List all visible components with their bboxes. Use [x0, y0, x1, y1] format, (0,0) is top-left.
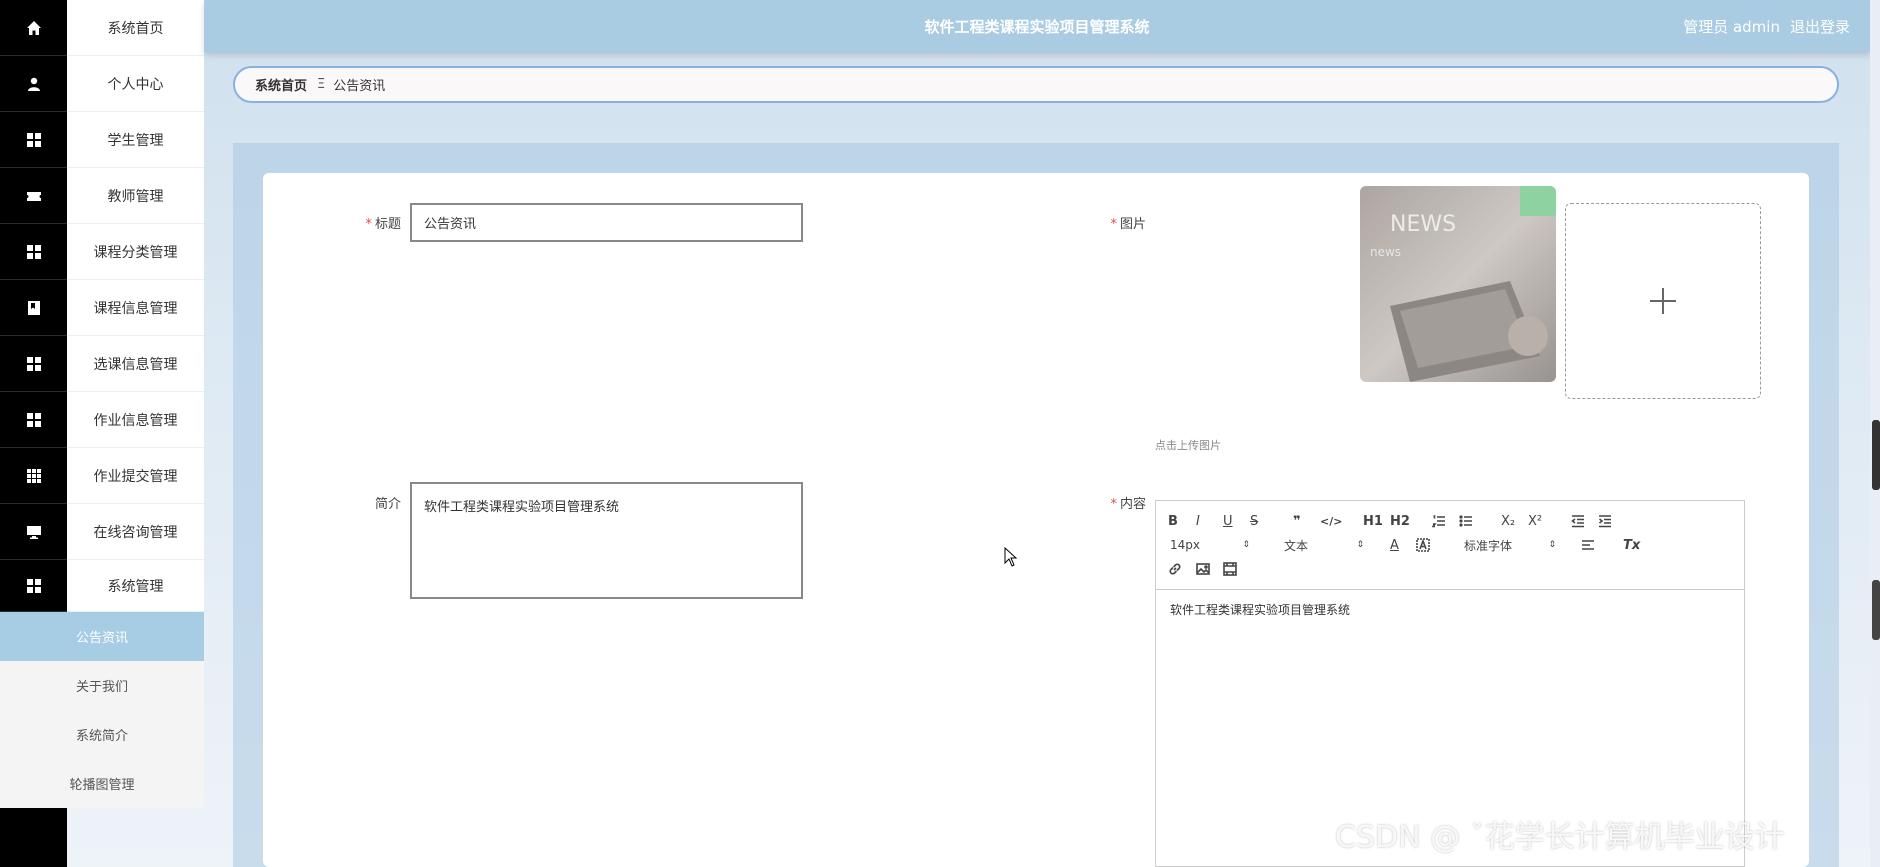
breadcrumb: 系统首页 Ξ 公告资讯: [233, 66, 1839, 103]
indent-icon[interactable]: [1598, 511, 1612, 531]
italic-button[interactable]: I: [1196, 511, 1200, 531]
sidebar-item-students[interactable]: 学生管理: [0, 112, 204, 168]
breadcrumb-home[interactable]: 系统首页: [255, 75, 307, 94]
font-family-select[interactable]: 标准字体 ⇕: [1464, 535, 1556, 555]
scrollbar-thumb[interactable]: [1872, 420, 1880, 490]
sidebar-item-homework-submit[interactable]: 作业提交管理: [0, 448, 204, 504]
code-button[interactable]: </>: [1320, 511, 1342, 531]
sidebar-item-home[interactable]: 系统首页: [0, 0, 204, 56]
sidebar-item-label: 作业信息管理: [67, 392, 204, 448]
submenu-item-announcements[interactable]: 公告资讯: [0, 612, 204, 661]
image-upload-button[interactable]: [1565, 203, 1761, 399]
top-header: 软件工程类课程实验项目管理系统 管理员 admin 退出登录: [204, 0, 1870, 52]
sidebar-item-course-info[interactable]: 课程信息管理: [0, 280, 204, 336]
sidebar-item-system[interactable]: 系统管理: [0, 560, 204, 612]
submenu-item-carousel[interactable]: 轮播图管理: [0, 759, 204, 808]
submenu-item-about[interactable]: 关于我们: [0, 661, 204, 710]
editor-content[interactable]: 软件工程类课程实验项目管理系统: [1170, 601, 1350, 618]
sidebar-item-label: 课程信息管理: [67, 280, 204, 336]
superscript-button[interactable]: X²: [1528, 511, 1542, 531]
breadcrumb-current: 公告资讯: [333, 79, 386, 94]
sidebar-item-course-category[interactable]: 课程分类管理: [0, 224, 204, 280]
sidebar-item-label: 个人中心: [67, 56, 204, 112]
grid-icon: [0, 560, 67, 612]
link-icon[interactable]: [1168, 559, 1182, 579]
bullet-list-icon[interactable]: [1459, 511, 1473, 531]
sidebar-item-label: 学生管理: [67, 112, 204, 168]
watermark: CSDN @ ˇ花学长计算机毕业设计: [1335, 820, 1785, 855]
svg-text:news: news: [1370, 245, 1401, 259]
sidebar-item-label: 选课信息管理: [67, 336, 204, 392]
ticket-icon: [0, 168, 67, 224]
home-icon: [0, 0, 67, 56]
system-submenu: 公告资讯 关于我们 系统简介 轮播图管理: [0, 612, 204, 808]
blockquote-button[interactable]: ❞: [1293, 511, 1301, 531]
sidebar-item-profile[interactable]: 个人中心: [0, 56, 204, 112]
sidebar-item-label: 系统首页: [67, 0, 204, 56]
user-area: 管理员 admin 退出登录: [1683, 0, 1850, 52]
outdent-icon[interactable]: [1571, 511, 1585, 531]
upload-tip: 点击上传图片: [1155, 439, 1221, 452]
svg-text:NEWS: NEWS: [1390, 212, 1456, 237]
uploaded-image-thumbnail[interactable]: NEWS news: [1360, 186, 1556, 382]
user-icon: [0, 56, 67, 112]
sidebar-item-label: 作业提交管理: [67, 448, 204, 504]
sidebar-item-course-selection[interactable]: 选课信息管理: [0, 336, 204, 392]
sidebar-item-label: 课程分类管理: [67, 224, 204, 280]
background-color-icon[interactable]: [1416, 535, 1430, 555]
editor-toolbar: B I U S ❞ </> H1 H2 X₂ X² 14px ⇕ 文本 ⇕ A 标准…: [1156, 501, 1744, 590]
summary-label: 简介: [374, 497, 401, 512]
video-icon[interactable]: [1223, 559, 1237, 579]
content-label: * 内容: [1110, 497, 1146, 512]
table-icon: [0, 448, 67, 504]
sidebar-item-teachers[interactable]: 教师管理: [0, 168, 204, 224]
plus-icon: [1650, 288, 1676, 314]
user-name: 管理员 admin: [1683, 17, 1780, 36]
sidebar-item-consult[interactable]: 在线咨询管理: [0, 504, 204, 560]
image-label: * 图片: [1110, 217, 1146, 232]
title-label: * 标题: [365, 217, 401, 232]
logout-link[interactable]: 退出登录: [1790, 16, 1850, 37]
font-size-select[interactable]: 14px ⇕: [1170, 535, 1250, 555]
image-icon[interactable]: [1196, 559, 1210, 579]
grid-icon: [0, 112, 67, 168]
grid-icon: [0, 392, 67, 448]
clear-format-button[interactable]: Tx: [1623, 535, 1640, 555]
align-icon[interactable]: [1581, 535, 1595, 555]
title-input[interactable]: 公告资讯: [410, 203, 803, 242]
monitor-icon: [0, 504, 67, 560]
bold-button[interactable]: B: [1168, 511, 1178, 531]
summary-textarea[interactable]: 软件工程类课程实验项目管理系统: [410, 482, 803, 599]
breadcrumb-separator: Ξ: [317, 77, 326, 92]
h1-button[interactable]: H1: [1363, 511, 1383, 531]
book-icon: [0, 280, 67, 336]
select-arrow-icon: ⇕: [1548, 540, 1556, 550]
scrollbar-thumb-secondary[interactable]: [1872, 580, 1880, 640]
subscript-button[interactable]: X₂: [1501, 511, 1515, 531]
h2-button[interactable]: H2: [1390, 511, 1410, 531]
submenu-item-intro[interactable]: 系统简介: [0, 710, 204, 759]
sidebar-item-label: 系统管理: [67, 560, 204, 612]
grid-icon: [0, 224, 67, 280]
app-title: 软件工程类课程实验项目管理系统: [924, 17, 1150, 36]
ordered-list-icon[interactable]: [1432, 511, 1446, 531]
strike-button[interactable]: S: [1250, 511, 1258, 531]
select-arrow-icon: ⇕: [1242, 540, 1250, 550]
select-arrow-icon: ⇕: [1356, 540, 1364, 550]
sidebar-item-label: 在线咨询管理: [67, 504, 204, 560]
font-color-button[interactable]: A: [1390, 535, 1399, 555]
sidebar-item-label: 教师管理: [67, 168, 204, 224]
underline-button[interactable]: U: [1223, 511, 1233, 531]
sidebar-item-homework-info[interactable]: 作业信息管理: [0, 392, 204, 448]
grid-icon: [0, 336, 67, 392]
heading-select[interactable]: 文本 ⇕: [1284, 535, 1364, 555]
mouse-cursor-icon: [1004, 547, 1018, 567]
